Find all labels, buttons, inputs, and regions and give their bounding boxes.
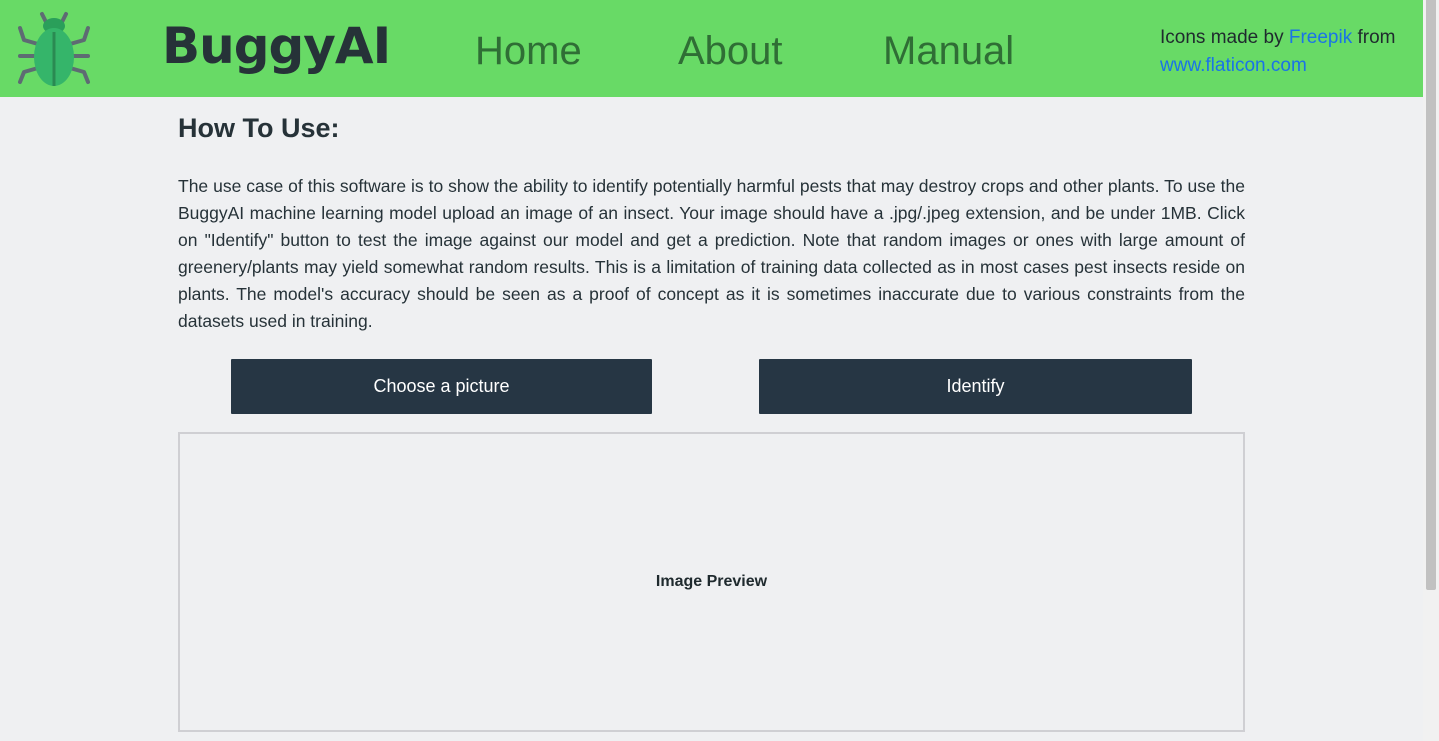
scrollbar-thumb[interactable] <box>1426 0 1436 590</box>
credits-prefix: Icons made by <box>1160 27 1289 48</box>
navbar: BuggyAI Home About Manual Icons made by … <box>0 0 1423 97</box>
identify-button[interactable]: Identify <box>759 359 1192 414</box>
freepik-link[interactable]: Freepik <box>1289 27 1352 48</box>
page-heading: How To Use: <box>178 113 340 143</box>
beetle-icon[interactable] <box>14 10 94 88</box>
image-preview-box: Image Preview <box>178 432 1245 732</box>
usage-description: The use case of this software is to show… <box>178 176 1245 331</box>
choose-picture-button[interactable]: Choose a picture <box>231 359 652 414</box>
icon-credits: Icons made by Freepik from www.flaticon.… <box>1160 24 1410 80</box>
flaticon-link[interactable]: www.flaticon.com <box>1160 55 1307 76</box>
image-preview-label: Image Preview <box>655 573 768 590</box>
brand-name[interactable]: BuggyAI <box>162 14 391 78</box>
nav-manual-link[interactable]: Manual <box>883 26 1014 76</box>
credits-middle: from <box>1352 27 1396 48</box>
nav-home-link[interactable]: Home <box>475 26 582 76</box>
main-content: How To Use: The use case of this softwar… <box>178 97 1245 335</box>
nav-about-link[interactable]: About <box>678 26 783 76</box>
